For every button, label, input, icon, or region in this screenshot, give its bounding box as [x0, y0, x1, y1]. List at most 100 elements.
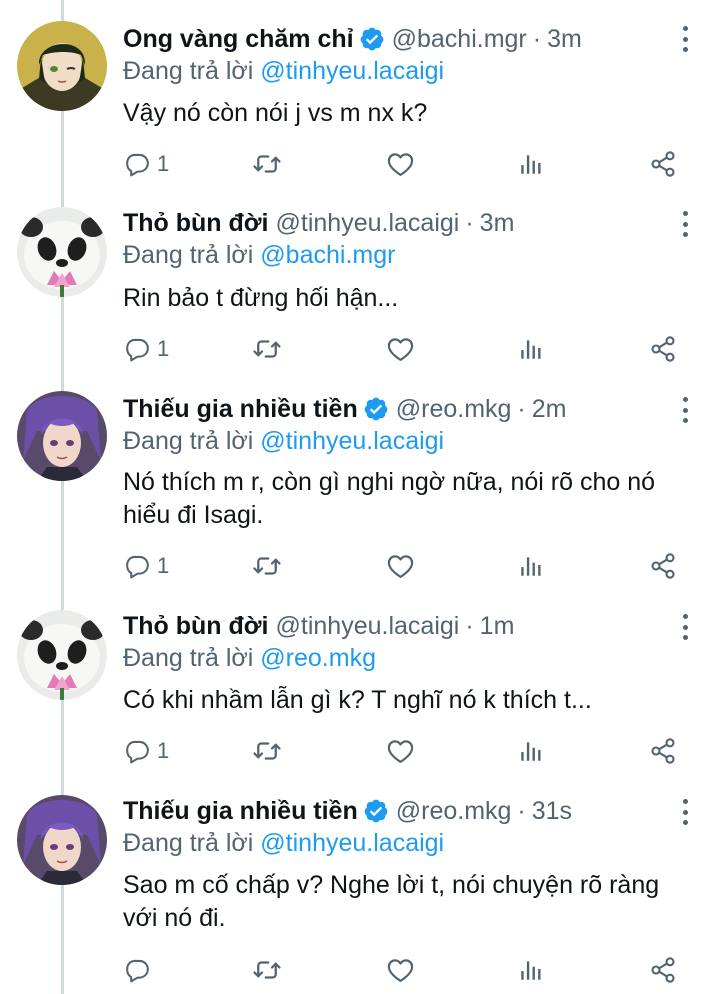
separator-dot: ·: [465, 612, 474, 640]
avatar[interactable]: [17, 207, 107, 297]
reply-context: Đang trả lời @tinhyeu.lacaigi: [123, 56, 444, 86]
handle[interactable]: @tinhyeu.lacaigi: [276, 611, 460, 641]
retweet-button[interactable]: [252, 332, 282, 366]
tweet-text: Có khi nhầm lẫn gì k? T nghĩ nó k thích …: [123, 686, 592, 714]
views-button[interactable]: [518, 549, 544, 583]
retweet-button[interactable]: [252, 734, 282, 768]
reply-mention-link[interactable]: @tinhyeu.lacaigi: [260, 427, 444, 455]
avatar[interactable]: [17, 21, 107, 111]
handle[interactable]: @bachi.mgr: [392, 24, 527, 54]
reply-icon: [124, 957, 151, 984]
retweet-icon: [252, 551, 282, 581]
retweet-button[interactable]: [252, 549, 282, 583]
tweet-actions: 1: [0, 549, 720, 583]
analytics-icon: [518, 336, 544, 362]
more-icon[interactable]: [680, 799, 690, 825]
like-button[interactable]: [386, 549, 415, 583]
reply-prefix: Đang trả lời: [123, 57, 254, 85]
reply-prefix: Đang trả lời: [123, 644, 254, 672]
analytics-icon: [518, 553, 544, 579]
reply-mention-link[interactable]: @tinhyeu.lacaigi: [260, 57, 444, 85]
heart-icon: [386, 956, 415, 985]
reply-count: 1: [157, 553, 170, 578]
reply-button[interactable]: [124, 953, 157, 987]
reply-count: 1: [157, 738, 170, 763]
heart-icon: [386, 335, 415, 364]
reply-icon: [124, 336, 151, 363]
separator-dot: ·: [517, 395, 526, 423]
analytics-icon: [518, 957, 544, 983]
more-icon[interactable]: [680, 614, 690, 640]
share-button[interactable]: [649, 549, 677, 583]
share-icon: [649, 737, 677, 765]
reply-button[interactable]: 1: [124, 549, 169, 583]
handle[interactable]: @reo.mkg: [396, 796, 512, 826]
avatar[interactable]: [17, 391, 107, 481]
reply-button[interactable]: 1: [124, 332, 169, 366]
avatar[interactable]: [17, 795, 107, 885]
retweet-icon: [252, 955, 282, 985]
display-name[interactable]: Thiếu gia nhiều tiền: [123, 796, 358, 826]
display-name[interactable]: Ong vàng chăm chỉ: [123, 24, 354, 54]
views-button[interactable]: [518, 147, 544, 181]
handle[interactable]: @tinhyeu.lacaigi: [276, 208, 460, 238]
retweet-button[interactable]: [252, 147, 282, 181]
share-icon: [649, 552, 677, 580]
analytics-icon: [518, 151, 544, 177]
reply-mention-link[interactable]: @reo.mkg: [260, 644, 376, 672]
reply-prefix: Đang trả lời: [123, 241, 254, 269]
like-button[interactable]: [386, 332, 415, 366]
views-button[interactable]: [518, 734, 544, 768]
timestamp[interactable]: 2m: [532, 394, 567, 424]
tweet-actions: 1: [0, 332, 720, 366]
handle[interactable]: @reo.mkg: [396, 394, 512, 424]
avatar[interactable]: [17, 610, 107, 700]
reply-icon: [124, 151, 151, 178]
more-icon[interactable]: [680, 397, 690, 423]
separator-dot: ·: [517, 797, 526, 825]
timestamp[interactable]: 3m: [547, 24, 582, 54]
separator-dot: ·: [532, 25, 542, 53]
display-name[interactable]: Thỏ bùn đời: [123, 611, 269, 641]
share-button[interactable]: [649, 734, 677, 768]
reply-button[interactable]: 1: [124, 147, 169, 181]
like-button[interactable]: [386, 953, 415, 987]
reply-mention-link[interactable]: @bachi.mgr: [260, 241, 395, 269]
tweet-header: Ong vàng chăm chỉ @bachi.mgr · 3m: [123, 24, 670, 54]
retweet-icon: [252, 334, 282, 364]
share-button[interactable]: [649, 147, 677, 181]
separator-dot: ·: [465, 209, 474, 237]
retweet-button[interactable]: [252, 953, 282, 987]
tweet-text: Nó thích m r, còn gì nghi ngờ nữa, nói r…: [123, 468, 656, 529]
reply-icon: [124, 738, 151, 765]
verified-badge-icon: [359, 26, 385, 52]
timestamp[interactable]: 31s: [532, 796, 572, 826]
share-icon: [649, 335, 677, 363]
views-button[interactable]: [518, 953, 544, 987]
share-button[interactable]: [649, 953, 677, 987]
retweet-icon: [252, 736, 282, 766]
views-button[interactable]: [518, 332, 544, 366]
more-icon[interactable]: [680, 26, 690, 52]
reply-count: 1: [157, 336, 170, 361]
timestamp[interactable]: 3m: [480, 208, 515, 238]
share-icon: [649, 150, 677, 178]
reply-prefix: Đang trả lời: [123, 829, 254, 857]
share-button[interactable]: [649, 332, 677, 366]
display-name[interactable]: Thỏ bùn đời: [123, 208, 269, 238]
more-icon[interactable]: [680, 211, 690, 237]
like-button[interactable]: [386, 147, 415, 181]
like-button[interactable]: [386, 734, 415, 768]
reply-button[interactable]: 1: [124, 734, 169, 768]
tweet-text: Vậy nó còn nói j vs m nx k?: [123, 99, 428, 127]
tweet-header: Thiếu gia nhiều tiền @reo.mkg · 31s: [123, 796, 670, 826]
display-name[interactable]: Thiếu gia nhiều tiền: [123, 394, 358, 424]
timestamp[interactable]: 1m: [480, 611, 515, 641]
reply-mention-link[interactable]: @tinhyeu.lacaigi: [260, 829, 444, 857]
reply-context: Đang trả lời @tinhyeu.lacaigi: [123, 426, 444, 456]
tweet-actions: 1: [0, 147, 720, 181]
tweet-actions: 1: [0, 734, 720, 768]
tweet-text: Sao m cố chấp v? Nghe lời t, nói chuyện …: [123, 871, 660, 932]
reply-count: 1: [157, 151, 170, 176]
verified-badge-icon: [363, 396, 389, 422]
